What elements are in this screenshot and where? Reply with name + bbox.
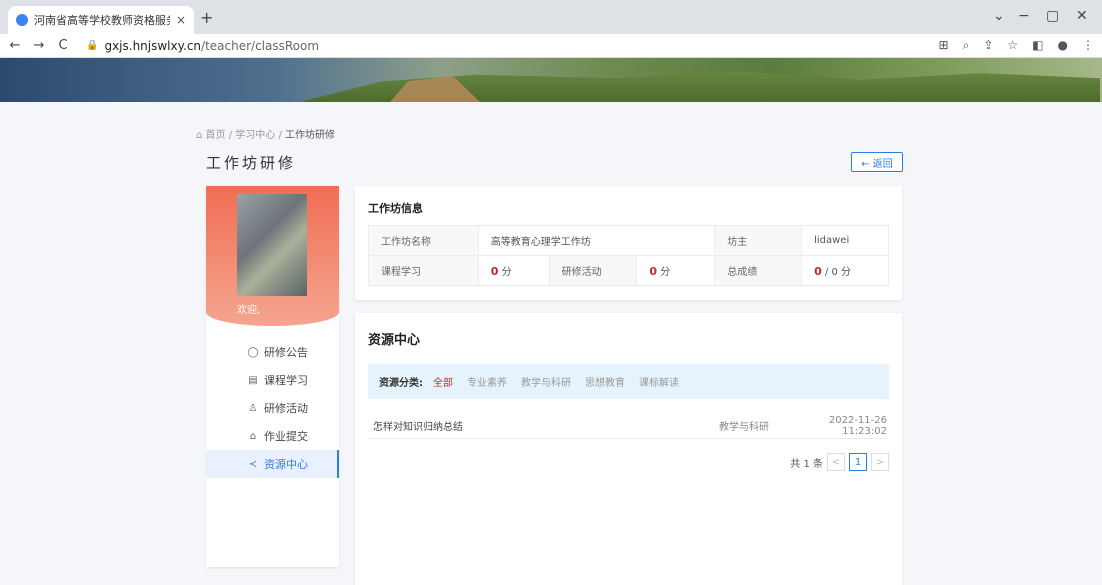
browser-toolbar: ⊞ ⌕ ⇪ ☆ ◧ ● ⋮ [939, 38, 1094, 53]
breadcrumb-sep: / [228, 130, 233, 141]
new-tab-button[interactable]: + [200, 8, 213, 27]
filter-label: 资源分类: [379, 378, 423, 389]
activity-label: 研修活动 [548, 255, 638, 286]
sidebar-item-label: 研修公告 [264, 346, 308, 359]
activity-score: 0 [649, 265, 658, 278]
filter-ideology[interactable]: 思想教育 [585, 374, 625, 389]
total-score: 0 [814, 265, 822, 278]
home-icon[interactable]: ⌂ [196, 130, 202, 141]
name-value: 高等教育心理学工作坊 [477, 225, 716, 256]
course-label: 课程学习 [368, 255, 479, 286]
pager-next-button[interactable]: > [871, 453, 889, 471]
browser-tab[interactable]: 河南省高等学校教师资格服务云 × [8, 6, 194, 34]
activity-unit: 分 [660, 267, 671, 278]
share-nodes-icon: ≺ [248, 458, 258, 470]
pager-page-button[interactable]: 1 [849, 453, 867, 471]
avatar [237, 194, 307, 296]
url-field[interactable]: 🔒 gxjs.hnjswlxy.cn /teacher/classRoom [86, 39, 319, 53]
workshop-info-table: 工作坊名称 高等教育心理学工作坊 坊主 lidawei 课程学习 0 分 研修活… [368, 225, 889, 286]
forward-nav-icon[interactable]: → [30, 38, 48, 53]
filter-professional[interactable]: 专业素养 [467, 374, 507, 389]
sidebar-item-announcement[interactable]: ◯ 研修公告 [206, 338, 339, 366]
pager-total: 共 1 条 [790, 458, 823, 470]
course-score-cell: 0 分 [477, 255, 550, 286]
activity-score-cell: 0 分 [636, 255, 716, 286]
sidebar-item-activity[interactable]: ♙ 研修活动 [206, 394, 339, 422]
resource-time: 2022-11-26 11:23:02 [828, 414, 887, 437]
page-title: 工作坊研修 [206, 154, 297, 172]
sidebar-item-course[interactable]: ▤ 课程学习 [206, 366, 339, 394]
reload-icon[interactable]: C [54, 38, 72, 53]
share-icon[interactable]: ⇪ [983, 38, 993, 53]
sidebar-item-label: 研修活动 [264, 402, 308, 415]
browser-tab-bar: 河南省高等学校教师资格服务云 × + ⌄ − ▢ ✕ [0, 0, 1102, 34]
sidebar-menu: ◯ 研修公告 ▤ 课程学习 ♙ 研修活动 ⌂ 作业提交 ≺ 资源中心 [206, 338, 339, 478]
restore-button[interactable]: ▢ [1046, 8, 1059, 24]
bookmark-star-icon[interactable]: ☆ [1007, 38, 1018, 53]
close-window-button[interactable]: ✕ [1076, 8, 1088, 24]
sidepanel-icon[interactable]: ◧ [1032, 38, 1043, 53]
breadcrumb-current: 工作坊研修 [285, 130, 336, 141]
sidebar-item-label: 课程学习 [264, 374, 308, 387]
url-path: /teacher/classRoom [201, 38, 320, 53]
zoom-icon[interactable]: ⌕ [963, 38, 970, 53]
filter-curriculum[interactable]: 课标解读 [639, 374, 679, 389]
host-label: 坊主 [714, 225, 803, 256]
tab-search-icon[interactable]: ⌄ [993, 8, 1005, 24]
filter-all[interactable]: 全部 [433, 374, 453, 389]
breadcrumb-sep: / [278, 130, 282, 141]
filter-teaching-research[interactable]: 教学与科研 [521, 374, 571, 389]
sidebar: 欢迎, ◯ 研修公告 ▤ 课程学习 ♙ 研修活动 ⌂ 作业提交 ≺ 资源中心 [206, 186, 339, 567]
tab-close-icon[interactable]: × [176, 13, 186, 27]
total-score-cell: 0 / 0 分 [801, 255, 889, 286]
more-menu-icon[interactable]: ⋮ [1082, 38, 1094, 53]
breadcrumb: ⌂ 首页 / 学习中心 / 工作坊研修 [196, 126, 335, 141]
book-icon: ▤ [248, 374, 258, 386]
name-label: 工作坊名称 [368, 225, 479, 256]
resource-name[interactable]: 怎样对知识归纳总结 [368, 418, 719, 433]
sidebar-item-label: 资源中心 [264, 458, 308, 471]
url-host: gxjs.hnjswlxy.cn [104, 38, 202, 53]
address-bar: ← → C 🔒 gxjs.hnjswlxy.cn /teacher/classR… [0, 34, 1102, 58]
resource-center-card: 资源中心 资源分类: 全部 专业素养 教学与科研 思想教育 课标解读 怎样对知识… [355, 313, 902, 585]
resource-category: 教学与科研 [719, 422, 769, 433]
pagination: 共 1 条 < 1 > [790, 453, 889, 471]
sidebar-item-homework[interactable]: ⌂ 作业提交 [206, 422, 339, 450]
back-nav-icon[interactable]: ← [6, 38, 24, 53]
course-unit: 分 [501, 267, 512, 278]
category-filter: 资源分类: 全部 专业素养 教学与科研 思想教育 课标解读 [368, 364, 889, 399]
total-unit: / 0 分 [824, 267, 852, 278]
breadcrumb-home[interactable]: 首页 [206, 130, 226, 141]
pager-prev-button[interactable]: < [827, 453, 845, 471]
upload-icon: ⌂ [249, 430, 257, 442]
sidebar-item-resources[interactable]: ≺ 资源中心 [206, 450, 339, 478]
host-value: lidawei [801, 225, 889, 256]
activity-icon: ♙ [248, 402, 258, 414]
profile-icon[interactable]: ● [1058, 38, 1068, 53]
welcome-text: 欢迎, [237, 305, 261, 316]
workshop-info-title: 工作坊信息 [368, 202, 423, 215]
sidebar-item-label: 作业提交 [264, 430, 308, 443]
resource-center-title: 资源中心 [368, 333, 421, 348]
tab-title: 河南省高等学校教师资格服务云 [34, 14, 170, 27]
total-label: 总成绩 [714, 255, 803, 286]
header-banner [0, 58, 1102, 102]
workshop-info-card: 工作坊信息 工作坊名称 高等教育心理学工作坊 坊主 lidawei 课程学习 0… [355, 186, 902, 300]
lock-icon: 🔒 [86, 40, 99, 51]
site-favicon-icon [16, 14, 28, 26]
course-score: 0 [490, 265, 499, 278]
back-button[interactable]: ← 返回 [851, 152, 903, 172]
minimize-button[interactable]: − [1018, 8, 1030, 24]
list-item[interactable]: 怎样对知识归纳总结 教学与科研 2022-11-26 11:23:02 [368, 413, 889, 439]
announcement-icon: ◯ [247, 346, 259, 358]
translate-icon[interactable]: ⊞ [939, 38, 949, 53]
breadcrumb-study[interactable]: 学习中心 [235, 130, 275, 141]
profile-header: 欢迎, [206, 186, 339, 326]
